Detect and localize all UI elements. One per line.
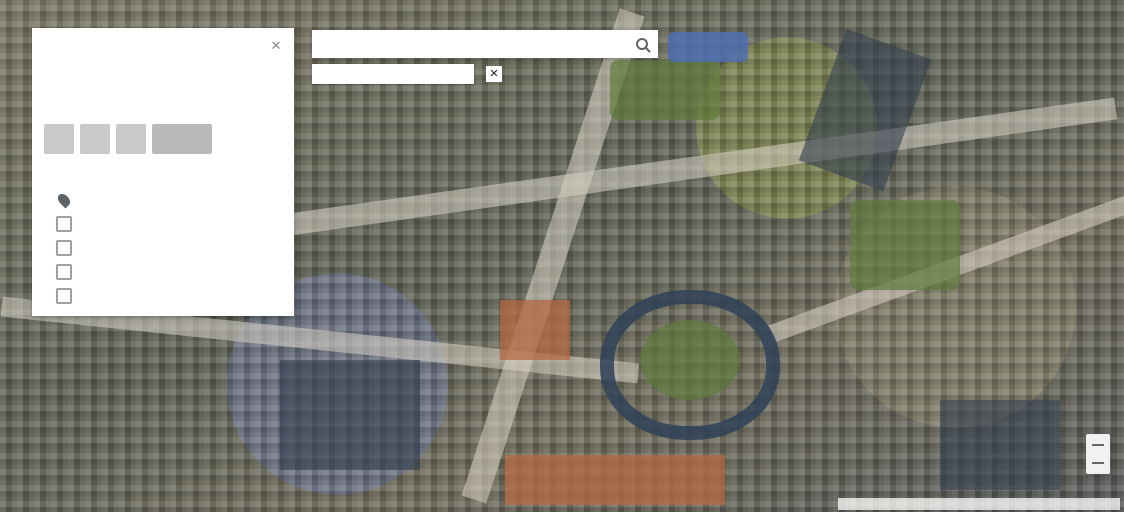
park-area xyxy=(610,60,720,120)
building-block xyxy=(280,360,420,470)
building-roof xyxy=(500,300,570,360)
building-roof xyxy=(505,455,725,505)
layer-list xyxy=(55,188,80,308)
layer-item[interactable] xyxy=(56,212,80,236)
pin-icon xyxy=(55,191,73,209)
thumbnail[interactable] xyxy=(80,124,110,154)
building-block xyxy=(798,28,932,192)
panel-thumbnails xyxy=(44,124,212,154)
search-box[interactable] xyxy=(312,30,658,58)
search-icon[interactable] xyxy=(636,38,648,50)
map-info-panel: ✕ xyxy=(32,28,294,316)
filter-chip[interactable] xyxy=(312,64,474,84)
sports-pitch xyxy=(668,32,748,62)
zoom-control[interactable] xyxy=(1086,434,1110,474)
thumbnail[interactable] xyxy=(44,124,74,154)
layer-icon xyxy=(56,240,72,256)
layer-item[interactable] xyxy=(56,260,80,284)
thumbnail[interactable] xyxy=(152,124,212,154)
thumbnail[interactable] xyxy=(116,124,146,154)
layer-icon xyxy=(56,264,72,280)
layer-item[interactable] xyxy=(56,236,80,260)
close-icon[interactable]: ✕ xyxy=(268,38,284,54)
layer-icon xyxy=(56,216,72,232)
search-input[interactable] xyxy=(322,37,636,51)
building-block xyxy=(940,400,1060,490)
layer-icon xyxy=(56,288,72,304)
map-attribution xyxy=(838,498,1120,510)
layer-item[interactable] xyxy=(56,284,80,308)
ring-road xyxy=(600,290,780,440)
layer-item[interactable] xyxy=(55,188,80,212)
park-area xyxy=(850,200,960,290)
close-icon[interactable]: ✕ xyxy=(486,66,502,82)
